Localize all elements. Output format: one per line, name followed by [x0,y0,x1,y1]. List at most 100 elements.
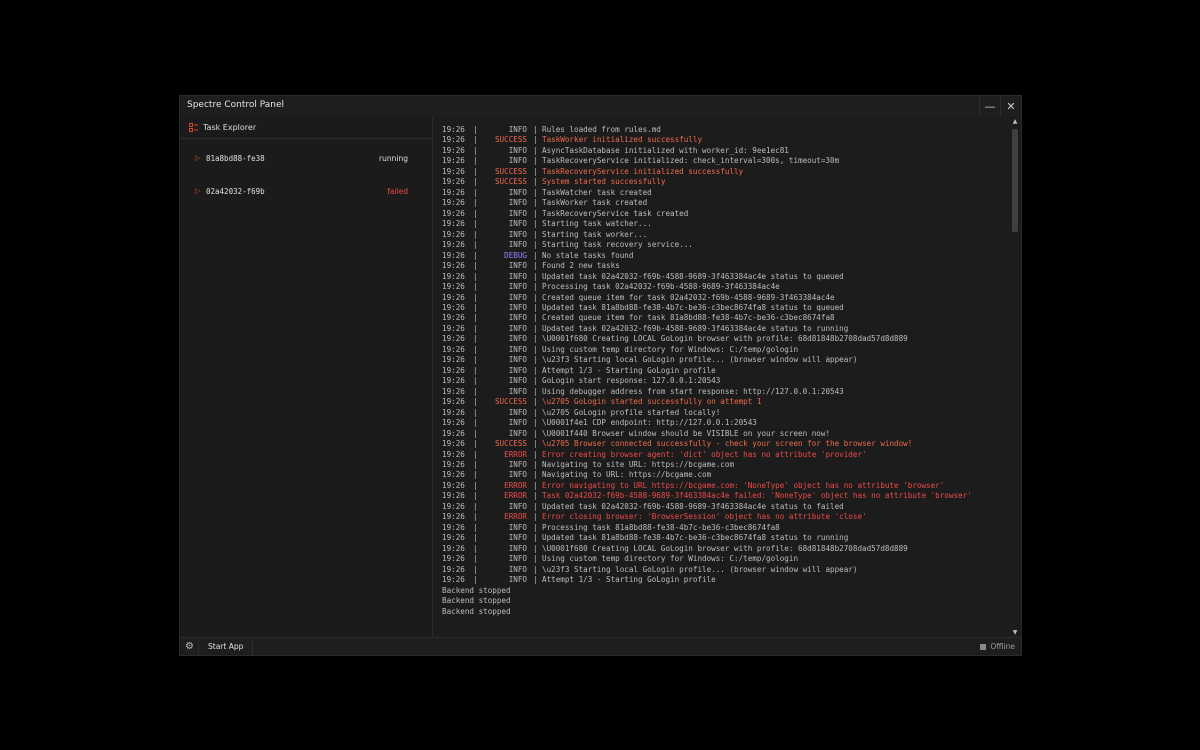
log-separator: | [473,334,478,344]
log-level: SUCCESS [494,135,527,145]
log-separator: | [473,397,478,407]
log-separator: | [473,470,478,480]
expand-arrow-icon[interactable]: ▷ [195,187,200,195]
log-message: Error creating browser agent: 'dict' obj… [542,449,867,459]
log-level: INFO [508,261,527,271]
log-time: 19:26 [442,407,465,417]
log-line: 19:26 | INFO | \U0001f4e1 CDP endpoint: http… [442,418,972,428]
log-level: INFO [508,428,527,438]
log-level: DEBUG [504,250,527,260]
log-time: 19:26 [442,397,465,407]
log-message: System started successfully [542,177,666,187]
log-separator: | [473,177,478,187]
log-separator: | [473,145,478,155]
log-message: TaskWorker task created [542,198,648,208]
log-separator: | [533,522,538,532]
log-message: Attempt 1/3 - Starting GoLogin profile [542,575,716,585]
task-item[interactable]: ▷ 81a8bd88-fe38 running [180,150,432,168]
log-time: 19:26 [442,282,465,292]
log-separator: | [473,386,478,396]
scrollbar-thumb[interactable] [1012,129,1018,232]
log-separator: | [473,219,478,229]
log-line: 19:26 | INFO | TaskWatcher task created [442,188,972,198]
log-line: 19:26 | INFO | Processing task 02a42032-f69b… [442,282,972,292]
log-level: INFO [508,543,527,553]
log-separator: | [533,208,538,218]
log-output[interactable]: 19:26 | INFO | Rules loaded from rules.md 19:… [433,117,1009,638]
log-time: 19:26 [442,208,465,218]
log-level: INFO [508,460,527,469]
log-line: 19:26 | ERROR | Error closing browser: 'Brow… [442,512,972,522]
log-separator: | [533,501,538,511]
log-level: ERROR [504,491,527,501]
log-level: INFO [508,470,527,480]
minimize-button[interactable]: — [979,96,1000,117]
log-message: \u23f3 Starting local GoLogin profile...… [542,564,858,574]
log-time: 19:26 [442,564,465,574]
log-level: INFO [508,554,527,564]
start-app-button[interactable]: Start App [198,638,254,655]
scroll-up-icon[interactable]: ▲ [1011,118,1019,126]
task-item[interactable]: ▷ 02a42032-f69b failed [180,183,432,201]
log-separator: | [533,229,538,239]
log-time: 19:26 [442,355,465,365]
close-button[interactable]: ✕ [1000,96,1021,117]
log-level: INFO [508,564,527,574]
log-separator: | [473,198,478,208]
log-level: INFO [508,522,527,532]
log-separator: | [533,240,538,250]
expand-arrow-icon[interactable]: ▷ [195,154,200,162]
log-separator: | [533,449,538,459]
log-time: 19:26 [442,334,465,344]
log-line: 19:26 | INFO | Attempt 1/3 - Starting GoLogi… [442,575,972,585]
minimize-icon: — [984,100,996,113]
log-message: \u2705 Browser connected successfully - … [542,439,913,449]
log-separator: | [533,292,538,302]
log-separator: | [533,156,538,166]
log-line: 19:26 | INFO | Created queue item for task 0… [442,293,972,303]
log-separator: | [473,449,478,459]
log-separator: | [533,418,538,428]
task-status: running [379,154,408,163]
log-level: INFO [508,240,527,250]
gear-icon[interactable]: ⚙ [184,641,195,652]
log-separator: | [473,512,478,522]
log-line: 19:26 | SUCCESS | TaskRecoveryService initia… [442,167,972,177]
log-time: 19:26 [442,449,465,459]
title-bar[interactable]: Spectre Control Panel — ✕ [180,96,1021,118]
log-level: INFO [508,386,527,396]
log-line: 19:26 | ERROR | Error creating browser agent… [442,450,972,460]
connection-status-label: Offline [990,642,1015,651]
log-separator: | [473,418,478,428]
log-separator: | [533,313,538,323]
log-message: Updated task 81a8bd88-fe38-4b7c-be36-c3b… [542,533,849,543]
log-line: 19:26 | INFO | \u23f3 Starting local GoLogin… [442,565,972,575]
scroll-down-icon[interactable]: ▼ [1011,629,1019,637]
log-message: Updated task 02a42032-f69b-4588-9689-3f4… [542,323,849,333]
log-level: INFO [508,292,527,302]
log-level: SUCCESS [494,397,527,407]
log-separator: | [533,177,538,187]
log-separator: | [473,564,478,574]
log-message: Updated task 81a8bd88-fe38-4b7c-be36-c3b… [542,302,844,312]
log-scrollbar[interactable]: ▲ ▼ [1009,117,1021,638]
log-message: Updated task 02a42032-f69b-4588-9689-3f4… [542,271,844,281]
log-level: INFO [508,533,527,543]
log-separator: | [533,554,538,564]
log-lines: 19:26 | INFO | Rules loaded from rules.md 19:… [442,125,972,617]
log-message: \U0001f4e1 CDP endpoint: http://127.0.0.… [542,418,757,428]
log-message: Created queue item for task 81a8bd88-fe3… [542,313,835,323]
log-line: 19:26 | SUCCESS | \u2705 Browser connected s… [442,439,972,449]
log-line: 19:26 | INFO | \U0001f680 Creating LOCAL GoL… [442,544,972,554]
log-separator: | [473,292,478,302]
log-message: \U0001f440 Browser window should be VISI… [542,428,831,438]
log-separator: | [473,156,478,166]
log-line: 19:26 | INFO | Starting task worker... [442,230,972,240]
log-separator: | [473,271,478,281]
log-separator: | [473,501,478,511]
log-time: 19:26 [442,428,465,438]
log-line: 19:26 | INFO | Updated task 02a42032-f69b-45… [442,324,972,334]
log-line: 19:26 | INFO | Navigating to URL: https://bc… [442,470,972,480]
log-line: 19:26 | INFO | Using custom temp directory f… [442,554,972,564]
log-line: 19:26 | INFO | Using debugger address from s… [442,387,972,397]
